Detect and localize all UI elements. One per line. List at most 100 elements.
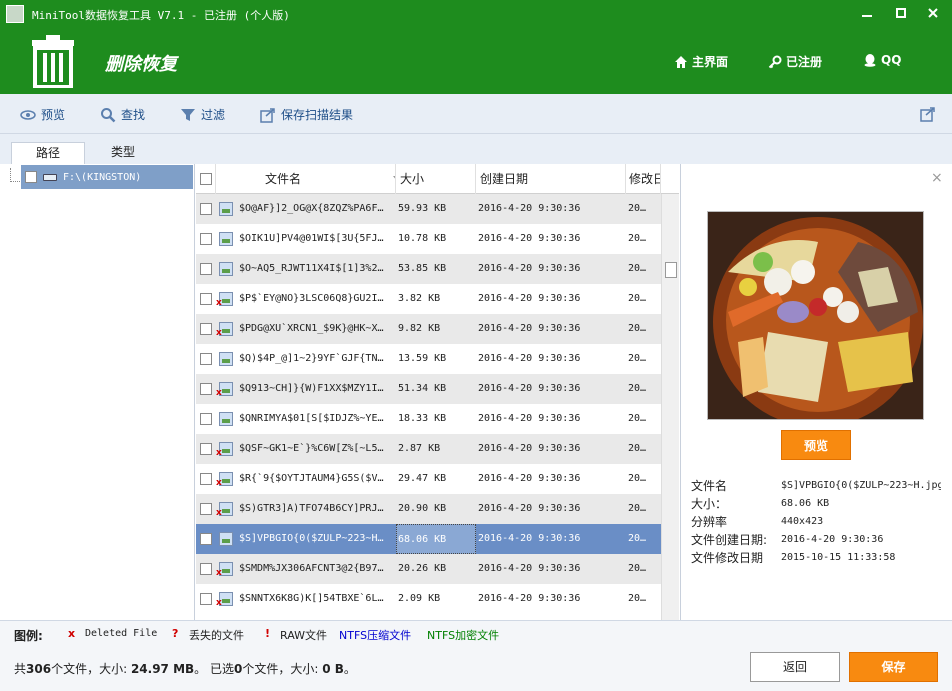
save-button[interactable]: 保存 [849, 652, 938, 682]
column-header-name[interactable]: 文件名 [216, 164, 396, 194]
back-button[interactable]: 返回 [750, 652, 840, 682]
tab-type[interactable]: 类型 [86, 142, 160, 164]
column-header-modified[interactable]: 修改日 [626, 164, 661, 194]
row-created: 2016-4-20 9:30:36 [478, 203, 581, 214]
row-filename: $QSF~GK1~E`}%C6W[Z%[~L5… [239, 443, 384, 454]
find-tool-button[interactable]: 查找 [100, 106, 145, 123]
eye-icon [20, 109, 36, 120]
scrollbar-thumb[interactable] [665, 262, 677, 278]
minimize-button[interactable] [855, 4, 879, 26]
column-header-created[interactable]: 创建日期 [476, 164, 626, 194]
deleted-mark-icon: x [216, 298, 222, 308]
row-created: 2016-4-20 9:30:36 [478, 443, 581, 454]
save-scan-tool-label: 保存扫描结果 [281, 108, 354, 122]
table-row[interactable]: x $PDG@XU`XRCN1_$9K}@HK~X… 9.82 KB 2016-4-2… [196, 314, 661, 344]
tree-item-label: F:\(KINGSTON) [63, 171, 142, 183]
preview-tool-button[interactable]: 预览 [20, 106, 65, 123]
tree-item-checkbox[interactable] [25, 171, 37, 183]
row-filename: $P$`EY@NO}3LSC06Q8}GU2I… [239, 293, 384, 304]
preview-button[interactable]: 预览 [781, 430, 851, 460]
nav-qq-button[interactable]: QQ [863, 53, 901, 67]
info-value: 440x423 [781, 516, 824, 527]
row-size: 9.82 KB [398, 323, 441, 334]
row-modified: 20… [628, 233, 647, 244]
row-checkbox[interactable] [200, 293, 212, 305]
info-key: 大小： [691, 497, 728, 511]
select-all-cell [196, 164, 216, 194]
info-key: 文件创建日期: [691, 533, 768, 547]
tree-item-drive[interactable]: F:\(KINGSTON) [21, 165, 193, 189]
row-checkbox[interactable] [200, 203, 212, 215]
legend-ntfs-encrypted: NTFS加密文件 [427, 629, 500, 642]
table-row[interactable]: x $QSF~GK1~E`}%C6W[Z%[~L5… 2.87 KB 2016-4-2… [196, 434, 661, 464]
nav-registered-button[interactable]: 已注册 [768, 53, 822, 70]
share-icon[interactable] [920, 106, 936, 122]
row-modified: 20… [628, 263, 647, 274]
search-icon [101, 107, 116, 122]
row-checkbox[interactable] [200, 263, 212, 275]
export-icon [260, 107, 275, 123]
preview-close-icon[interactable]: × [931, 170, 943, 186]
table-row[interactable]: x $Q913~CH]}{W)F1XX$MZY1I… 51.34 KB 2016-4-… [196, 374, 661, 404]
row-filename: $S]VPBGIO{0($ZULP~223~H… [239, 533, 384, 544]
legend-title: 图例: [14, 629, 43, 643]
deleted-mark-icon: x [216, 508, 222, 518]
row-checkbox[interactable] [200, 533, 212, 545]
legend-lost: 丢失的文件 [189, 629, 244, 642]
row-modified: 20… [628, 293, 647, 304]
row-size: 3.82 KB [398, 293, 441, 304]
row-size: 13.59 KB [398, 353, 447, 364]
row-checkbox[interactable] [200, 413, 212, 425]
info-row: 大小： 68.06 KB [691, 495, 951, 513]
trash-icon [32, 35, 74, 88]
food-photo [708, 212, 923, 419]
row-checkbox[interactable] [200, 353, 212, 365]
row-checkbox[interactable] [200, 563, 212, 575]
row-checkbox[interactable] [200, 323, 212, 335]
row-checkbox[interactable] [200, 383, 212, 395]
image-file-icon [219, 532, 233, 546]
table-row[interactable]: x $SNNTX6K8G)K[]54TBXE`6L… 2.09 KB 2016-4-2… [196, 584, 661, 614]
table-row[interactable]: x $R{`9{$OYTJTAUM4}G5S($V… 29.47 KB 2016-4-… [196, 464, 661, 494]
tab-path[interactable]: 路径 [11, 142, 85, 164]
row-filename: $S)GTR3]A)TFO74B6CY]PRJ… [239, 503, 384, 514]
file-list-scrollbar[interactable] [661, 194, 679, 620]
row-checkbox[interactable] [200, 593, 212, 605]
row-modified: 20… [628, 203, 647, 214]
row-checkbox[interactable] [200, 233, 212, 245]
column-header-size[interactable]: 大小 [396, 164, 476, 194]
row-modified: 20… [628, 593, 647, 604]
filter-tool-button[interactable]: 过滤 [180, 106, 225, 123]
close-button[interactable] [921, 4, 945, 26]
table-row[interactable]: x $P$`EY@NO}3LSC06Q8}GU2I… 3.82 KB 2016-4-2… [196, 284, 661, 314]
row-filename: $R{`9{$OYTJTAUM4}G5S($V… [239, 473, 384, 484]
home-icon [675, 55, 687, 68]
raw-mark-icon: ! [265, 627, 271, 640]
nav-home-button[interactable]: 主界面 [674, 53, 728, 70]
info-value: 68.06 KB [781, 498, 830, 509]
row-size: 59.93 KB [398, 203, 447, 214]
table-row[interactable]: $OIK1U]PV4@01WI$[3U{5FJ… 10.78 KB 2016-4-2… [196, 224, 661, 254]
row-created: 2016-4-20 9:30:36 [478, 293, 581, 304]
lost-mark-icon: ? [172, 627, 179, 640]
table-row[interactable]: $S]VPBGIO{0($ZULP~223~H… 68.06 KB 2016-4-2… [196, 524, 661, 554]
deleted-mark-icon: x [216, 328, 222, 338]
table-row[interactable]: $Q)$4P_@]1~2}9YF`GJF{TN… 13.59 KB 2016-4-2… [196, 344, 661, 374]
row-checkbox[interactable] [200, 473, 212, 485]
maximize-button[interactable] [889, 4, 913, 26]
status-text: 共306个文件，大小: 24.97 MB。 已选0个文件，大小: 0 B。 [14, 660, 356, 677]
info-value: 2016-4-20 9:30:36 [781, 534, 884, 545]
save-scan-tool-button[interactable]: 保存扫描结果 [260, 106, 353, 123]
image-file-icon [219, 232, 233, 246]
select-all-checkbox[interactable] [200, 173, 212, 185]
qq-penguin-icon [864, 54, 876, 67]
table-row[interactable]: x $SMDM%JX306AFCNT3@2{B97… 20.26 KB 2016-4-… [196, 554, 661, 584]
table-row[interactable]: x $S)GTR3]A)TFO74B6CY]PRJ… 20.90 KB 2016-4-… [196, 494, 661, 524]
table-row[interactable]: $O~AQ5_RJWT11X4I$[1]3%2… 53.85 KB 2016-4-2… [196, 254, 661, 284]
row-checkbox[interactable] [200, 443, 212, 455]
table-row[interactable]: $QNRIMYA$01[S[$IDJZ%~YE… 18.33 KB 2016-4-2… [196, 404, 661, 434]
key-icon [768, 55, 782, 68]
row-created: 2016-4-20 9:30:36 [478, 473, 581, 484]
row-checkbox[interactable] [200, 503, 212, 515]
table-row[interactable]: $O@AF}]2_OG@X{8ZQZ%PA6F… 59.93 KB 2016-4-2… [196, 194, 661, 224]
